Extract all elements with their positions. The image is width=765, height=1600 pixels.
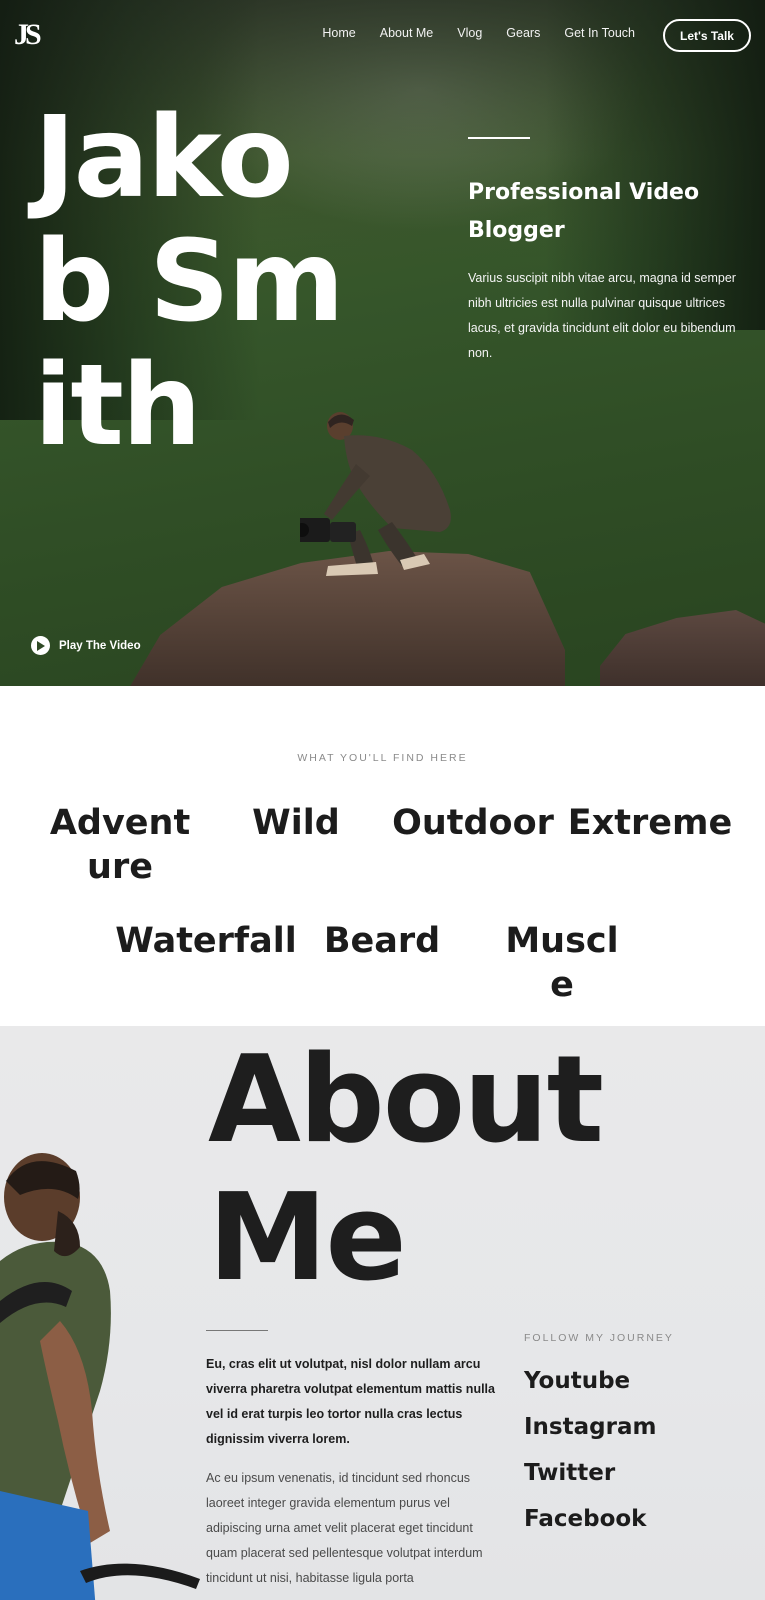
nav-link-get-in-touch[interactable]: Get In Touch: [564, 26, 635, 40]
play-video-button[interactable]: Play The Video: [31, 636, 141, 655]
topics-section: WHAT YOU'LL FIND HERE Adventure Wild Out…: [0, 686, 765, 1026]
nav-link-vlog[interactable]: Vlog: [457, 26, 482, 40]
topic-outdoor: Outdoor: [392, 803, 554, 843]
topic-beard: Beard: [323, 921, 441, 961]
topic-waterfall: Waterfall: [115, 921, 297, 961]
topic-wild: Wild: [252, 803, 340, 843]
topic-adventure: Adventure: [49, 803, 191, 887]
hero-name-heading: Jakob Smith: [34, 93, 345, 471]
site-logo[interactable]: JS: [14, 17, 50, 53]
about-lead-text: Eu, cras elit ut volutpat, nisl dolor nu…: [206, 1357, 495, 1446]
hero-section: JS Home About Me Vlog Gears Get In Touch…: [0, 0, 765, 686]
social-link-facebook[interactable]: Facebook: [524, 1506, 646, 1532]
nav-link-gears[interactable]: Gears: [506, 26, 540, 40]
top-navigation: JS Home About Me Vlog Gears Get In Touch…: [0, 0, 765, 70]
nav-link-home[interactable]: Home: [322, 26, 355, 40]
nav-links: Home About Me Vlog Gears Get In Touch: [322, 26, 635, 40]
nav-link-about-me[interactable]: About Me: [380, 26, 434, 40]
follow-journey-label: FOLLOW MY JOURNEY: [524, 1332, 674, 1344]
hero-subtitle: Professional Video Blogger: [468, 180, 700, 243]
social-link-instagram[interactable]: Instagram: [524, 1414, 656, 1440]
lets-talk-button[interactable]: Let's Talk: [663, 19, 751, 52]
play-video-label: Play The Video: [59, 639, 141, 652]
topics-eyebrow: WHAT YOU'LL FIND HERE: [297, 752, 468, 764]
about-heading: About Me: [208, 1031, 604, 1308]
social-link-youtube[interactable]: Youtube: [524, 1368, 630, 1394]
topic-extreme: Extreme: [567, 803, 733, 843]
about-body-text: Ac eu ipsum venenatis, id tincidunt sed …: [206, 1471, 483, 1585]
about-divider: [206, 1330, 268, 1331]
topic-muscle: Muscle: [505, 921, 619, 1005]
hero-description: Varius suscipit nibh vitae arcu, magna i…: [468, 271, 736, 360]
play-icon: [31, 636, 50, 655]
social-link-twitter[interactable]: Twitter: [524, 1460, 615, 1486]
about-section: About Me Eu, cras elit ut volutpat, nisl…: [0, 1026, 765, 1600]
about-cyclist-image: [0, 1153, 200, 1600]
hero-divider: [468, 137, 530, 139]
hero-rock-right: [600, 610, 765, 686]
